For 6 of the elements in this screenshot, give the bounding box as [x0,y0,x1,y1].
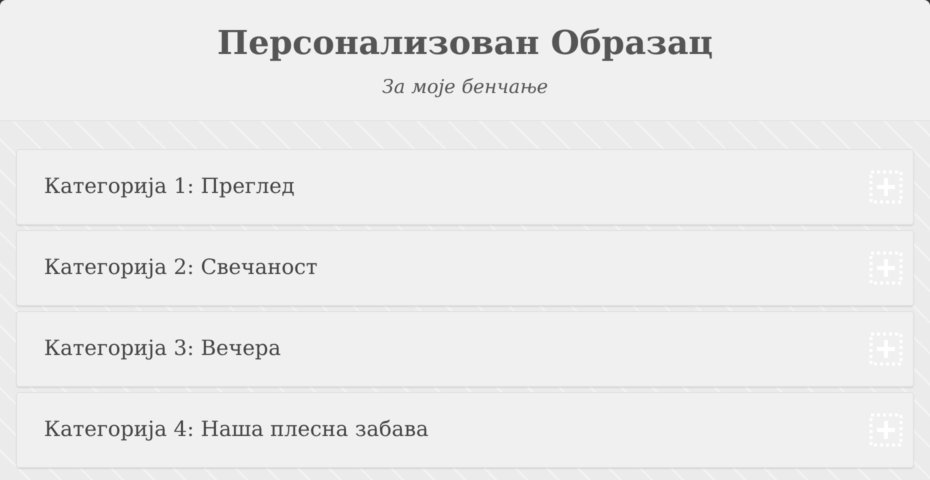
form-subtitle: За моје бенчање [382,75,548,100]
category-header[interactable]: Категорија 3: Вечера [16,310,914,387]
form-title: Персонализован Образац [217,22,713,64]
category-header[interactable]: Категорија 4: Наша плесна забава [16,392,914,468]
category-header[interactable]: Категорија 2: Свечаност [16,230,914,306]
category-header[interactable]: Категорија 1: Преглед [16,148,914,225]
